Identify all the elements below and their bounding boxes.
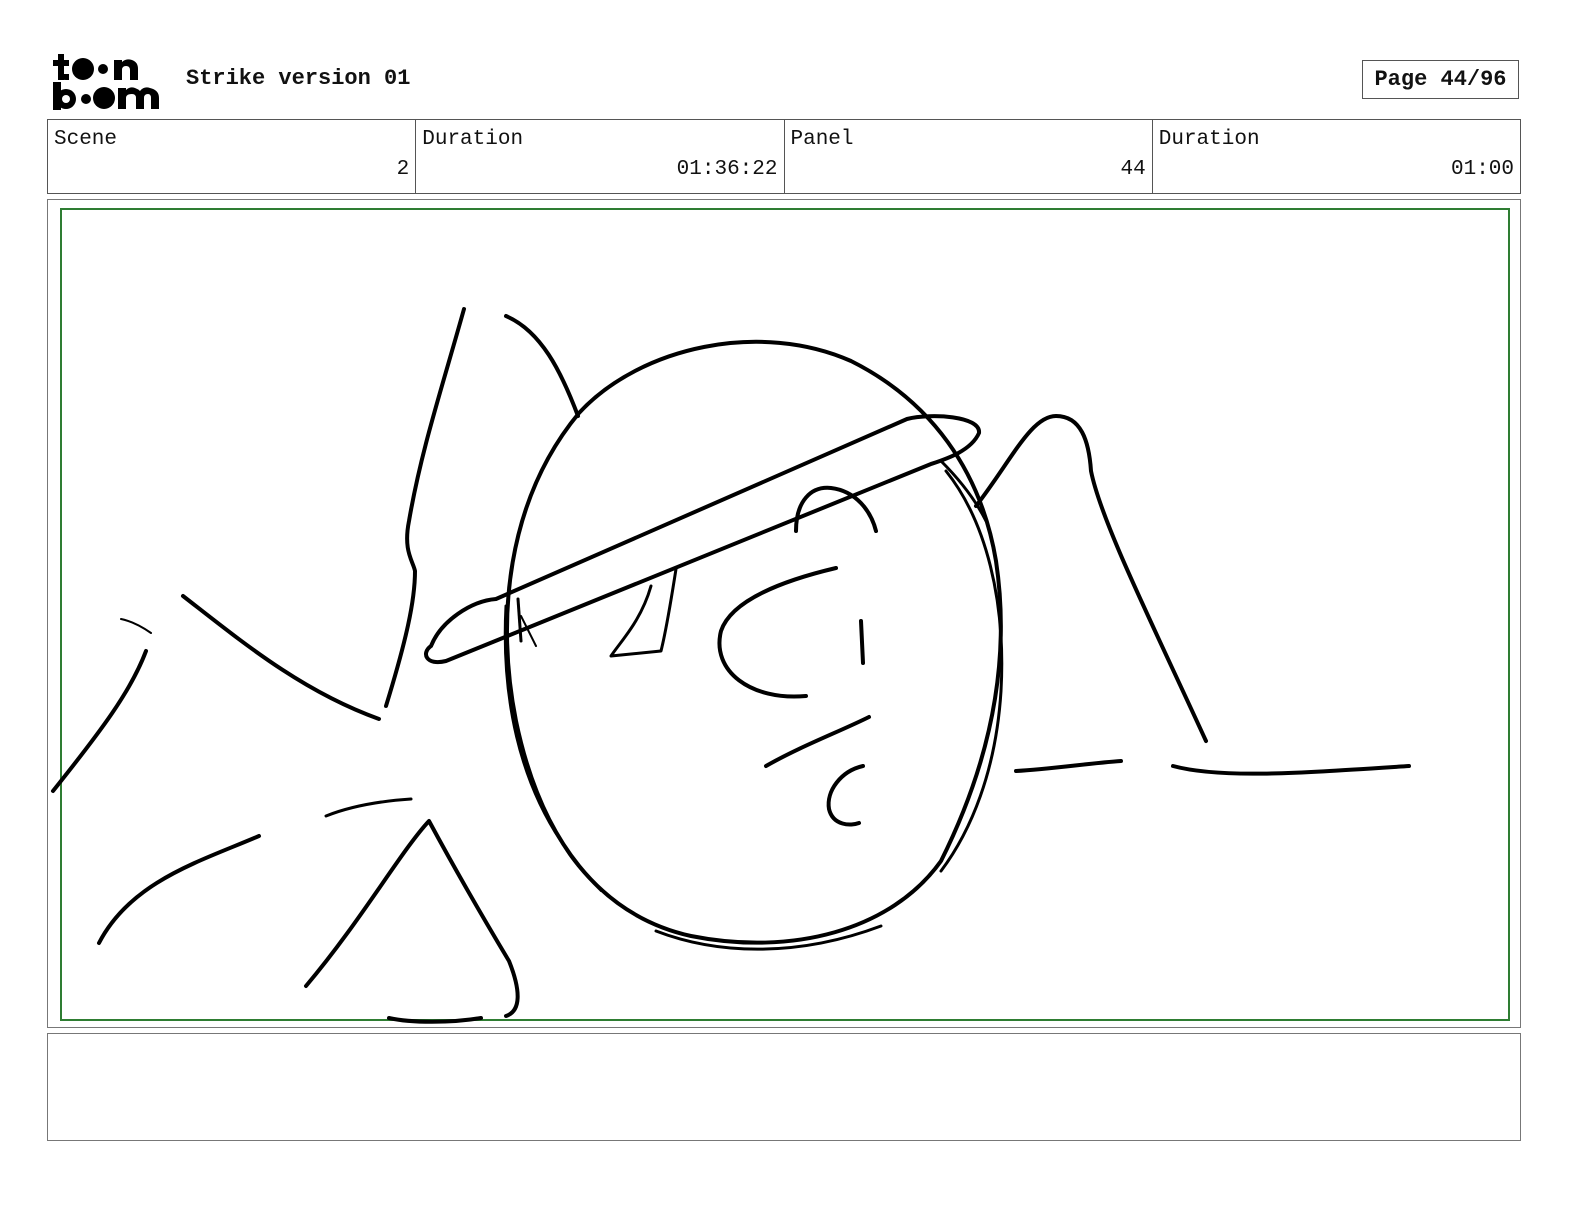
panel-duration-cell: Duration 01:00 [1153, 120, 1520, 193]
panel-cell: Panel 44 [785, 120, 1153, 193]
page-number: Page 44/96 [1362, 60, 1519, 99]
scene-duration-cell: Duration 01:36:22 [416, 120, 785, 193]
scene-cell: Scene 2 [48, 120, 417, 193]
scene-label: Scene [54, 128, 118, 151]
logo-graphic [53, 54, 159, 110]
scene-duration-value: 01:36:22 [676, 158, 778, 181]
document-title: Strike version 01 [186, 66, 411, 91]
panel-frame [47, 199, 1521, 1028]
panel-duration-label: Duration [1158, 128, 1260, 151]
storyboard-info-row: Scene 2 Duration 01:36:22 Panel 44 Durat… [47, 119, 1521, 194]
scene-value: 2 [396, 158, 410, 181]
toon-boom-logo [52, 52, 164, 112]
panel-label: Panel [790, 128, 854, 151]
panel-duration-value: 01:00 [1450, 158, 1514, 181]
panel-notes-area[interactable] [47, 1033, 1521, 1141]
panel-value: 44 [1120, 158, 1146, 181]
scene-duration-label: Duration [422, 128, 524, 151]
storyboard-sketch [51, 307, 1411, 1024]
